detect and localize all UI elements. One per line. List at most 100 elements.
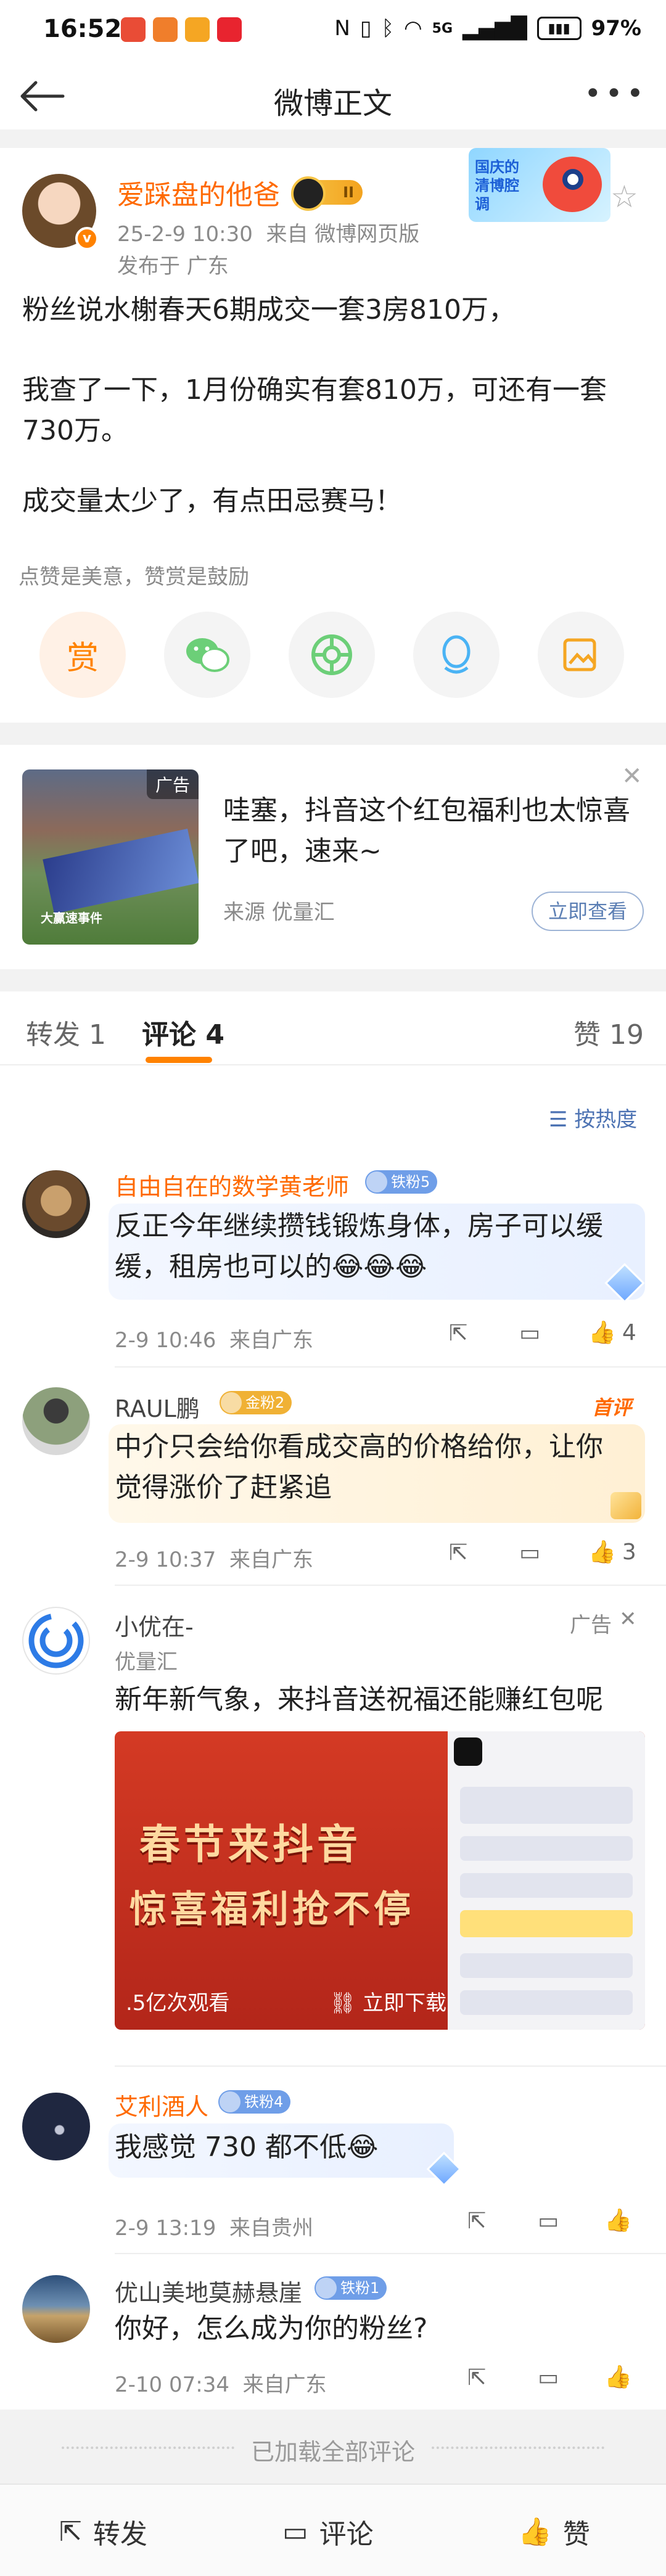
comment-like-button[interactable]: 👍 3 <box>588 1539 636 1565</box>
ad-source: 来源 优量汇 <box>223 900 335 925</box>
loaded-all-text: 已加载全部评论 <box>250 2439 415 2466</box>
ad-view-button[interactable]: 立即查看 <box>532 892 644 931</box>
comment-meta: 2-9 13:19 来自贵州 <box>115 2211 313 2241</box>
comment-reply-icon[interactable]: ▭ <box>538 2209 559 2234</box>
comment-share-icon[interactable]: ⇱ <box>449 1540 467 1565</box>
status-right: N ▯ ᛒ ◠ 5G ▂▄▆█ ▮▮▮ 97% <box>334 16 641 41</box>
author-name[interactable]: 爱踩盘的他爸 <box>117 173 280 212</box>
tab-like[interactable]: 赞 19 <box>574 1012 644 1052</box>
reward-label: 赏 <box>66 639 99 677</box>
comment-like-button[interactable]: 👍 <box>604 2207 632 2233</box>
favorite-star-icon[interactable]: ☆ <box>610 179 638 215</box>
commenter-name[interactable]: RAUL鹏 <box>115 1390 200 1424</box>
sort-by-hot-button[interactable]: ☰ 按热度 <box>549 1102 637 1133</box>
close-icon[interactable]: ✕ <box>622 762 643 790</box>
comment-location: 来自广东 <box>242 2373 327 2397</box>
divider <box>0 723 666 745</box>
comment-location: 来自广东 <box>229 1548 313 1572</box>
advertiser-avatar[interactable] <box>22 1607 90 1675</box>
comment-like-button[interactable]: 👍 <box>604 2364 632 2390</box>
mascot-eye-icon <box>562 169 583 190</box>
fan-badge: 金粉2 <box>220 1391 292 1414</box>
advertiser-logo-icon <box>28 1613 84 1668</box>
ad-comment-text[interactable]: 新年新气象，来抖音送祝福还能赚红包呢 <box>115 1680 645 1720</box>
promo-sticker[interactable]: 国庆的清博腔调 <box>469 148 610 222</box>
comment-location: 来自贵州 <box>229 2216 313 2241</box>
save-image-icon <box>563 638 596 671</box>
like-button[interactable]: 👍 赞 <box>518 2512 590 2551</box>
nav-bar: 微博正文 ••• <box>0 62 666 129</box>
user-level-badge[interactable]: II <box>291 176 363 211</box>
promo-text: 国庆的清博腔调 <box>475 158 519 213</box>
commenter-avatar[interactable] <box>22 2093 90 2160</box>
reward-button[interactable]: 赏 <box>39 612 126 698</box>
comment-button[interactable]: ▭ 评论 <box>282 2512 374 2551</box>
wechat-icon <box>186 638 229 672</box>
comment-text: 中介只会给你看成交高的价格给你，让你觉得涨价了赶紧追 <box>115 1431 603 1503</box>
comment-like-count: 3 <box>622 1539 636 1565</box>
wifi-icon: ◠ <box>403 16 422 41</box>
post-paragraph: 成交量太少了，有点田忌赛马！ <box>22 485 402 517</box>
link-icon: ⛓ <box>329 1991 356 2016</box>
app-notification-icon <box>153 17 178 42</box>
close-icon[interactable]: ✕ <box>619 1607 637 1631</box>
ad-tag: 广告 <box>570 1613 612 1638</box>
ad-banner-line2: 惊喜福利抢不停 <box>130 1888 414 1931</box>
comment-text: 我感觉 730 都不低😂 <box>115 2131 379 2163</box>
ad-image[interactable]: 广告 大赢速事件 <box>22 769 199 945</box>
comment-label: 评论 <box>319 2519 374 2550</box>
comment-reply-icon[interactable]: ▭ <box>538 2365 559 2390</box>
share-row: 赏 <box>0 612 666 698</box>
tiktok-logo-icon <box>454 1737 482 1766</box>
app-notification-icon <box>217 17 242 42</box>
comment-meta: 2-9 10:46 来自广东 <box>115 1323 313 1353</box>
repost-label: 转发 <box>92 2519 147 2550</box>
post-time: 25-2-9 10:30 <box>117 222 253 247</box>
page-title: 微博正文 <box>273 86 392 121</box>
commenter-name[interactable]: 艾利酒人 <box>115 2088 208 2122</box>
share-qq-button[interactable] <box>413 612 500 698</box>
post-paragraph: 我查了一下，1月份确实有套810万，可还有一套730万。 <box>22 374 607 446</box>
share-wechat-button[interactable] <box>164 612 250 698</box>
thumb-up-icon: 👍 <box>588 1320 616 1345</box>
comment-like-button[interactable]: 👍 4 <box>588 1319 636 1346</box>
ad-text[interactable]: 哇塞，抖音这个红包福利也太惊喜了吧，速来~ <box>223 790 630 872</box>
mockup-row <box>460 1836 633 1861</box>
tab-repost[interactable]: 转发 1 <box>26 1012 106 1052</box>
comment-time: 2-9 13:19 <box>115 2216 216 2241</box>
fan-badge: 铁粉5 <box>365 1170 438 1194</box>
ad-download-button[interactable]: ⛓ 立即下载 <box>329 1986 446 2016</box>
vibrate-icon: ▯ <box>360 16 372 41</box>
comment-text: 你好，怎么成为你的粉丝? <box>115 2313 428 2344</box>
loaded-all-footer: 已加载全部评论 <box>0 2410 666 2484</box>
more-options-icon[interactable]: ••• <box>584 76 648 111</box>
commenter-name[interactable]: 优山美地莫赫悬崖 <box>115 2274 302 2308</box>
commenter-name[interactable]: 自由自在的数学黄老师 <box>115 1168 349 1202</box>
comment-icon: ▭ <box>282 2516 308 2548</box>
reward-hint: 点赞是美意，赞赏是鼓励 <box>18 565 249 589</box>
like-label: 赞 <box>562 2519 590 2550</box>
sort-icon: ☰ <box>549 1107 568 1132</box>
commenter-avatar[interactable] <box>22 1170 90 1238</box>
comment-time: 2-9 10:37 <box>115 1548 216 1572</box>
commenter-avatar[interactable] <box>22 1387 90 1455</box>
save-image-button[interactable] <box>538 612 624 698</box>
mockup-row <box>460 1910 633 1937</box>
comment-reply-icon[interactable]: ▭ <box>519 1321 540 1346</box>
advertiser-name[interactable]: 小优在- <box>115 1608 194 1642</box>
comment-share-icon[interactable]: ⇱ <box>467 2209 486 2234</box>
dotted-divider <box>432 2447 604 2449</box>
divider <box>115 2253 666 2254</box>
author-avatar[interactable]: v <box>22 174 99 250</box>
comment-share-icon[interactable]: ⇱ <box>449 1321 467 1346</box>
comment-share-icon[interactable]: ⇱ <box>467 2365 486 2390</box>
mockup-row <box>460 1873 633 1898</box>
share-moments-button[interactable] <box>289 612 375 698</box>
status-time: 16:52 <box>43 15 122 43</box>
repost-button[interactable]: ⇱ 转发 <box>59 2512 147 2551</box>
comment-reply-icon[interactable]: ▭ <box>519 1540 540 1565</box>
commenter-avatar[interactable] <box>22 2275 90 2343</box>
ad-views: .5亿次观看 <box>126 1991 230 2016</box>
tab-comment[interactable]: 评论 4 <box>142 1012 224 1052</box>
ad-video[interactable]: 春节来抖音 惊喜福利抢不停 .5亿次观看 ⛓ 立即下载 <box>115 1731 645 2030</box>
